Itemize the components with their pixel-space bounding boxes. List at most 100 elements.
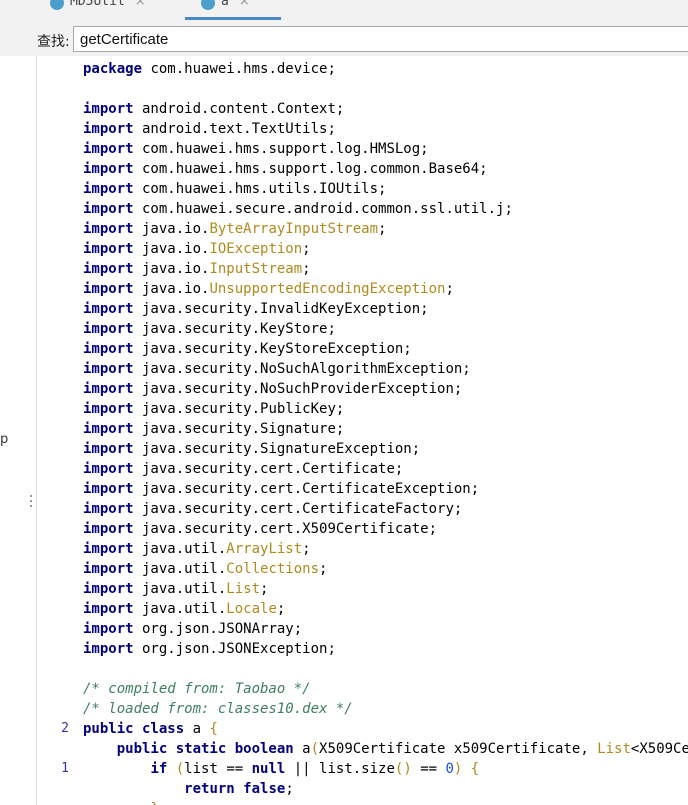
code-token: ArrayList <box>226 541 303 557</box>
code-line: import com.huawei.hms.support.log.common… <box>37 159 688 179</box>
code-token: import <box>83 261 134 277</box>
code-token: java.security.cert.X509Certificate; <box>133 521 438 537</box>
code-line: 2 public class a { <box>37 719 688 739</box>
code-line: import java.security.cert.Certificate; <box>37 459 688 479</box>
class-icon <box>201 0 215 10</box>
code-token: UnsupportedEncodingException <box>209 281 446 297</box>
code-line: import com.huawei.hms.utils.IOUtils; <box>37 179 688 199</box>
code-text: import java.util.Collections; <box>83 559 327 579</box>
code-token: import <box>83 181 134 197</box>
code-token: List <box>597 741 631 757</box>
code-token: import <box>83 421 134 437</box>
code-line: import android.content.Context; <box>37 99 688 119</box>
code-token: public static boolean <box>116 741 294 757</box>
code-line: import java.util.Locale; <box>37 599 688 619</box>
code-token: ( <box>310 741 320 757</box>
code-text: } <box>83 799 158 805</box>
resize-handle[interactable] <box>29 495 33 513</box>
code-text: import java.security.PublicKey; <box>83 399 344 419</box>
code-line: import java.io.ByteArrayInputStream; <box>37 219 688 239</box>
line-gutter-number: 2 <box>61 721 69 736</box>
code-token: ; <box>302 261 311 277</box>
code-text: import java.security.cert.CertificateExc… <box>83 479 479 499</box>
code-token: android.content.Context; <box>133 101 345 117</box>
code-token: ; <box>285 781 294 797</box>
code-token: java.security.PublicKey; <box>133 401 345 417</box>
code-token: java.security.InvalidKeyException; <box>133 301 429 317</box>
find-input[interactable] <box>73 26 688 52</box>
code-token: java.util. <box>133 601 227 617</box>
close-icon[interactable]: × <box>239 0 250 9</box>
code-text: import java.util.List; <box>83 579 268 599</box>
code-token: import <box>83 281 134 297</box>
code-line: /* loaded from: classes10.dex */ <box>37 699 688 719</box>
code-line: import java.security.cert.CertificateFac… <box>37 499 688 519</box>
code-token: com.huawei.hms.support.log.HMSLog; <box>133 141 429 157</box>
code-text: import java.io.InputStream; <box>83 259 311 279</box>
code-token: ; <box>302 241 311 257</box>
code-text: import com.huawei.hms.support.log.HMSLog… <box>83 139 429 159</box>
code-token: import <box>83 341 134 357</box>
code-token: import <box>83 101 134 117</box>
code-token: java.security.cert.CertificateException; <box>133 481 480 497</box>
code-token: com.huawei.hms.utils.IOUtils; <box>133 181 387 197</box>
code-token: ; <box>319 561 328 577</box>
code-token: java.security.SignatureException; <box>133 441 421 457</box>
code-line: import java.security.SignatureException; <box>37 439 688 459</box>
code-text: if (list == null || list.size() == 0) { <box>83 759 479 779</box>
code-line: public static boolean a(X509Certificate … <box>37 739 688 759</box>
code-text: import java.security.cert.CertificateFac… <box>83 499 462 519</box>
code-line: import com.huawei.hms.support.log.HMSLog… <box>37 139 688 159</box>
code-token: com.huawei.hms.support.log.common.Base64… <box>133 161 488 177</box>
code-token: com.huawei.secure.android.common.ssl.uti… <box>133 201 513 217</box>
code-token: import <box>83 361 134 377</box>
code-text: import java.security.Signature; <box>83 419 344 439</box>
code-text: import java.io.UnsupportedEncodingExcept… <box>83 279 454 299</box>
code-token: { <box>209 721 218 737</box>
code-line: import java.util.Collections; <box>37 559 688 579</box>
tab-label: MD5Util <box>70 0 125 9</box>
code-token: import <box>83 441 134 457</box>
code-token: Collections <box>226 561 320 577</box>
code-line: import java.security.Signature; <box>37 419 688 439</box>
code-text: import java.security.KeyStoreException; <box>83 339 412 359</box>
code-token: () <box>394 761 412 777</box>
code-line: import java.security.InvalidKeyException… <box>37 299 688 319</box>
code-line: import java.security.KeyStoreException; <box>37 339 688 359</box>
code-text: public class a { <box>83 719 218 739</box>
code-token: import <box>83 481 134 497</box>
close-icon[interactable]: × <box>135 0 146 9</box>
code-text: import java.security.InvalidKeyException… <box>83 299 429 319</box>
code-token: import <box>83 501 134 517</box>
code-text: import java.util.Locale; <box>83 599 285 619</box>
code-token: IOException <box>209 241 303 257</box>
code-token: list == <box>184 761 252 777</box>
code-token: java.security.Signature; <box>133 421 345 437</box>
code-token: || list.size <box>285 761 395 777</box>
code-text: import java.security.NoSuchProviderExcep… <box>83 379 462 399</box>
code-token: java.security.NoSuchAlgorithmException; <box>133 361 471 377</box>
code-text: package com.huawei.hms.device; <box>83 59 336 79</box>
code-token: import <box>83 381 134 397</box>
tab-md5util[interactable]: MD5Util × <box>50 0 146 20</box>
find-bar: 查找: <box>0 22 688 56</box>
code-token: ; <box>378 221 387 237</box>
code-line: import org.json.JSONException; <box>37 639 688 659</box>
code-token: import <box>83 601 134 617</box>
code-line: return false; <box>37 779 688 799</box>
code-line: } <box>37 799 688 805</box>
code-token: java.util. <box>133 581 227 597</box>
code-token: return false <box>184 781 286 797</box>
code-line: 1 if (list == null || list.size() == 0) … <box>37 759 688 779</box>
code-text: return false; <box>83 779 294 799</box>
code-line: import java.security.KeyStore; <box>37 319 688 339</box>
code-editor[interactable]: package com.huawei.hms.device; import and… <box>37 59 688 805</box>
class-icon <box>50 0 64 10</box>
code-token: InputStream <box>209 261 303 277</box>
